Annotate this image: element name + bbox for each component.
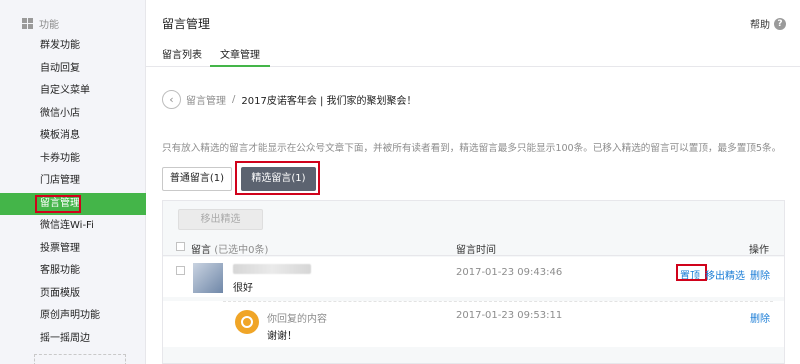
sidebar-item-custom-menu[interactable]: 自定义菜单 [0, 80, 146, 103]
help-link[interactable]: 帮助 ? [750, 16, 786, 31]
breadcrumb-separator: / [232, 94, 236, 105]
delete-link[interactable]: 删除 [750, 267, 770, 282]
column-message-label: 留言 [191, 245, 211, 256]
sidebar-item-customer-service[interactable]: 客服功能 [0, 260, 146, 283]
row-actions: 置顶 移出精选 删除 [676, 264, 770, 282]
sidebar-menu: 群发功能 自动回复 自定义菜单 微信小店 模板消息 卡券功能 门店管理 留言管理… [0, 35, 146, 350]
column-header-message: 留言 (已选中0条) [191, 241, 268, 256]
sidebar-item-wifi[interactable]: 微信连Wi-Fi [0, 215, 146, 238]
table-row: 很好 2017-01-23 09:43:46 置顶 移出精选 删除 [163, 257, 784, 297]
column-header-time: 留言时间 [456, 245, 496, 256]
reply-text: 谢谢！ [267, 331, 297, 342]
tab-comment-list[interactable]: 留言列表 [162, 46, 202, 67]
pin-link[interactable]: 置顶 [676, 264, 707, 282]
reply-label: 你回复的内容 [267, 314, 327, 325]
highlight-box [35, 194, 81, 213]
sidebar-item-comment-management[interactable]: 留言管理 [0, 192, 146, 215]
sidebar-item-shake-nearby[interactable]: 摇一摇周边 [0, 328, 146, 351]
reply-delete-link[interactable]: 删除 [750, 310, 770, 325]
sidebar-item-original-statement[interactable]: 原创声明功能 [0, 305, 146, 328]
row-checkbox[interactable] [176, 266, 185, 275]
tab-bar: 留言列表 文章管理 [146, 38, 800, 67]
sidebar-item-wechat-store[interactable]: 微信小店 [0, 103, 146, 126]
divider [223, 301, 773, 302]
reply-time: 2017-01-23 09:53:11 [456, 310, 563, 321]
highlight-box [235, 161, 320, 195]
sidebar-item-page-templates[interactable]: 页面模版 [0, 283, 146, 306]
avatar [193, 263, 223, 293]
highlight-box [676, 264, 707, 281]
comment-text: 很好 [233, 283, 253, 294]
reply-row: 你回复的内容 谢谢！ 2017-01-23 09:53:11 删除 [163, 301, 784, 347]
comment-panel: 移出精选 留言 (已选中0条) 留言时间 操作 很好 2017-01-23 09… [162, 200, 785, 364]
sidebar-heading-label: 功能 [39, 19, 59, 31]
tab-article-management[interactable]: 文章管理 [210, 46, 270, 67]
help-icon: ? [774, 17, 786, 30]
breadcrumb: ‹ 留言管理 / 2017皮诺客年会 | 我们家的聚划聚会！ [162, 90, 417, 109]
select-all-checkbox[interactable] [176, 242, 185, 251]
column-selected-count: (已选中0条) [214, 245, 269, 256]
sidebar-item-vote-management[interactable]: 投票管理 [0, 238, 146, 261]
blurred-username [233, 264, 311, 274]
sidebar-item-template-message[interactable]: 模板消息 [0, 125, 146, 148]
page-title: 留言管理 [162, 17, 211, 31]
featured-notice: 只有放入精选的留言才能显示在公众号文章下面，并被所有读者看到，精选留言最多只能显… [162, 143, 782, 154]
back-arrow-icon[interactable]: ‹ [162, 90, 181, 109]
sidebar-dashed-box [34, 354, 126, 364]
sidebar: 功能 群发功能 自动回复 自定义菜单 微信小店 模板消息 卡券功能 门店管理 留… [0, 0, 146, 364]
normal-comments-button[interactable]: 普通留言(1) [162, 167, 232, 191]
table-header: 留言 (已选中0条) 留言时间 操作 [163, 238, 784, 256]
sidebar-item-coupons[interactable]: 卡券功能 [0, 148, 146, 171]
account-logo-icon [235, 310, 259, 334]
breadcrumb-parent[interactable]: 留言管理 [186, 92, 226, 107]
remove-featured-button[interactable]: 移出精选 [178, 209, 263, 230]
sidebar-heading: 功能 [22, 16, 59, 31]
sidebar-item-auto-reply[interactable]: 自动回复 [0, 58, 146, 81]
breadcrumb-current: 2017皮诺客年会 | 我们家的聚划聚会！ [241, 96, 417, 107]
comment-time: 2017-01-23 09:43:46 [456, 267, 563, 278]
sidebar-item-mass-send[interactable]: 群发功能 [0, 35, 146, 58]
column-header-ops: 操作 [749, 245, 769, 256]
grid-icon [22, 17, 33, 29]
unfeature-link[interactable]: 移出精选 [705, 267, 745, 282]
help-label: 帮助 [750, 20, 770, 31]
sidebar-item-store-management[interactable]: 门店管理 [0, 170, 146, 193]
main-content: 留言管理 帮助 ? 留言列表 文章管理 ‹ 留言管理 / 2017皮诺客年会 |… [146, 0, 800, 364]
